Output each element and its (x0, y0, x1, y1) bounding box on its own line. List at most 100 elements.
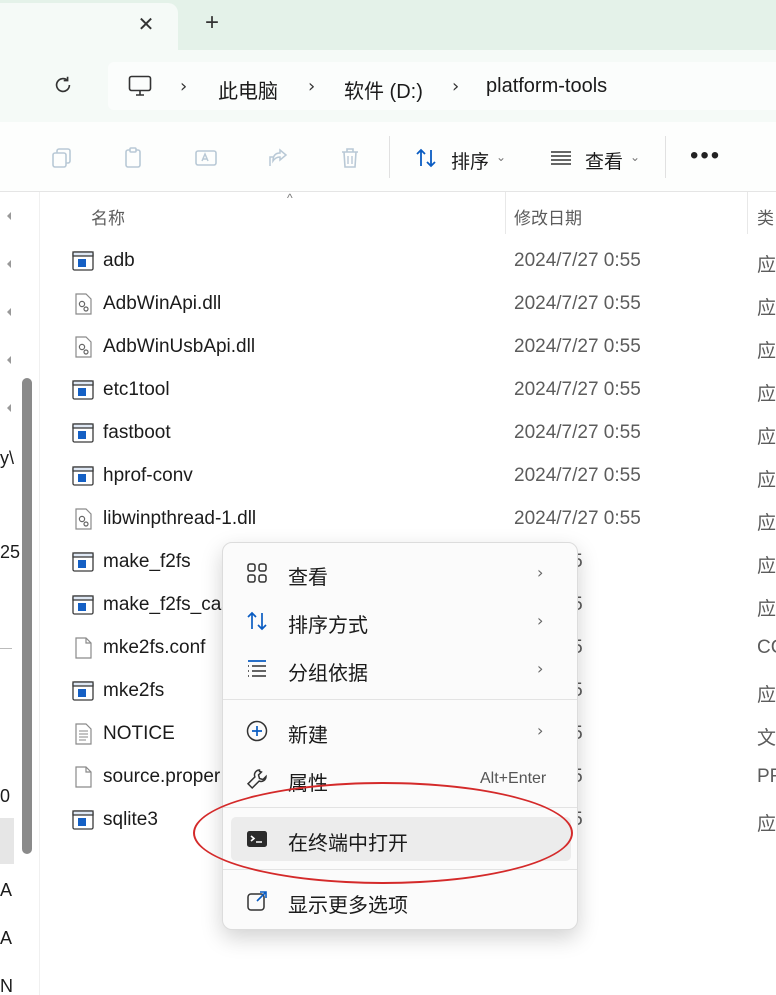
column-header-type[interactable]: 类 (757, 204, 774, 229)
menu-item-group-by[interactable]: 分组依据 › (231, 647, 571, 691)
menu-item-sort-by[interactable]: 排序方式 › (231, 599, 571, 643)
active-tab[interactable]: ✕ (0, 3, 178, 50)
view-button[interactable]: 查看 (585, 147, 623, 174)
pin-icon[interactable] (0, 210, 12, 222)
column-header-name[interactable]: 名称 (91, 204, 125, 229)
file-name: mke2fs (103, 680, 165, 701)
paste-icon[interactable] (122, 146, 146, 170)
file-row[interactable]: adb 2024/7/27 0:55 应 (60, 240, 776, 283)
nav-selected-item[interactable] (0, 818, 14, 864)
file-type: CC (757, 637, 776, 658)
file-type: 应 (757, 298, 776, 319)
file-name: hprof-conv (103, 465, 193, 486)
menu-item-label: 分组依据 (288, 663, 368, 685)
file-row[interactable]: AdbWinUsbApi.dll 2024/7/27 0:55 应 (60, 326, 776, 369)
chevron-down-icon: ⌄ (496, 150, 507, 164)
nav-item-text[interactable]: 25 (0, 542, 20, 563)
nav-item-text[interactable]: 0 (0, 786, 10, 807)
menu-item-show-more-options[interactable]: 显示更多选项 (231, 879, 571, 923)
file-type: PR (757, 766, 776, 787)
file-modified-date: 2024/7/27 0:55 (514, 379, 641, 400)
file-row[interactable]: fastboot 2024/7/27 0:55 应 (60, 412, 776, 455)
nav-item-text[interactable]: A (0, 880, 12, 901)
nav-item-text[interactable]: A (0, 928, 12, 949)
file-name: mke2fs.conf (103, 637, 206, 658)
file-name: AdbWinApi.dll (103, 293, 222, 314)
delete-icon[interactable] (338, 146, 362, 170)
address-bar[interactable]: › 此电脑 › 软件 (D:) › platform-tools (108, 62, 776, 110)
more-options-button[interactable]: ••• (690, 142, 721, 170)
copy-icon[interactable] (50, 146, 74, 170)
pin-icon[interactable] (0, 354, 12, 366)
dll-file-icon (72, 336, 94, 358)
group-list-icon (248, 660, 266, 677)
view-icon[interactable] (549, 146, 573, 170)
file-modified-date: 2024/7/27 0:55 (514, 465, 641, 486)
file-name: sqlite3 (103, 809, 158, 830)
computer-icon (128, 75, 152, 96)
refresh-icon[interactable] (52, 74, 74, 96)
chevron-right-icon: › (537, 611, 544, 630)
file-name: make_f2fs_cas (103, 594, 231, 615)
sort-button[interactable]: 排序 (451, 147, 489, 174)
toolbar-divider (665, 136, 666, 178)
chevron-right-icon: › (537, 563, 544, 582)
pin-icon[interactable] (0, 258, 12, 270)
application-icon (72, 551, 94, 573)
file-name: fastboot (103, 422, 171, 443)
plus-icon[interactable]: + (200, 11, 224, 36)
chevron-right-icon: › (180, 76, 188, 97)
file-row[interactable]: libwinpthread-1.dll 2024/7/27 0:55 应 (60, 498, 776, 541)
rename-icon[interactable] (194, 146, 218, 170)
file-name: source.proper (103, 766, 221, 787)
file-type: 应 (757, 341, 776, 362)
sort-icon[interactable] (414, 146, 438, 170)
file-type: 应 (757, 255, 776, 276)
file-type: 文 (757, 728, 776, 749)
title-bar: ✕ + (0, 0, 776, 50)
application-icon (72, 594, 94, 616)
file-modified-date: 2024/7/27 0:55 (514, 422, 641, 443)
navigation-pane: y\ 25 0 A A N (0, 192, 40, 995)
pin-icon[interactable] (0, 402, 12, 414)
chevron-right-icon: › (537, 721, 544, 740)
column-header-modified[interactable]: 修改日期 (514, 204, 582, 229)
nav-divider (0, 648, 12, 649)
file-modified-date: 2024/7/27 0:55 (514, 508, 641, 529)
menu-item-new[interactable]: 新建 › (231, 709, 571, 753)
column-divider[interactable] (505, 192, 506, 234)
nav-item-text[interactable]: y\ (0, 448, 14, 469)
column-divider[interactable] (747, 192, 748, 234)
close-icon[interactable]: ✕ (136, 15, 156, 35)
chevron-right-icon: › (308, 76, 316, 97)
breadcrumb-this-pc[interactable]: 此电脑 (218, 75, 278, 104)
chevron-right-icon: › (452, 76, 460, 97)
address-row: › 此电脑 › 软件 (D:) › platform-tools (0, 50, 776, 122)
nav-item-text[interactable]: N (0, 976, 13, 995)
file-type: 应 (757, 470, 776, 491)
pin-icon[interactable] (0, 306, 12, 318)
menu-item-view[interactable]: 查看 › (231, 551, 571, 595)
file-row[interactable]: etc1tool 2024/7/27 0:55 应 (60, 369, 776, 412)
file-name: AdbWinUsbApi.dll (103, 336, 256, 357)
file-type: 应 (757, 685, 776, 706)
file-row[interactable]: hprof-conv 2024/7/27 0:55 应 (60, 455, 776, 498)
menu-item-label: 排序方式 (288, 615, 368, 637)
breadcrumb-platform-tools[interactable]: platform-tools (486, 75, 607, 98)
external-open-icon (247, 891, 267, 911)
file-row[interactable]: AdbWinApi.dll 2024/7/27 0:55 应 (60, 283, 776, 326)
blank-file-icon (72, 637, 94, 659)
blank-file-icon (72, 766, 94, 788)
file-type: 应 (757, 384, 776, 405)
chevron-right-icon: › (537, 659, 544, 678)
breadcrumb-drive-d[interactable]: 软件 (D:) (344, 75, 423, 104)
file-type: 应 (757, 513, 776, 534)
application-icon (72, 809, 94, 831)
file-modified-date: 2024/7/27 0:55 (514, 336, 641, 357)
application-icon (72, 250, 94, 272)
menu-item-label: 显示更多选项 (288, 895, 408, 917)
nav-scrollbar[interactable] (22, 378, 32, 854)
file-name: make_f2fs (103, 551, 191, 572)
file-type: 应 (757, 599, 776, 620)
share-icon[interactable] (266, 146, 290, 170)
